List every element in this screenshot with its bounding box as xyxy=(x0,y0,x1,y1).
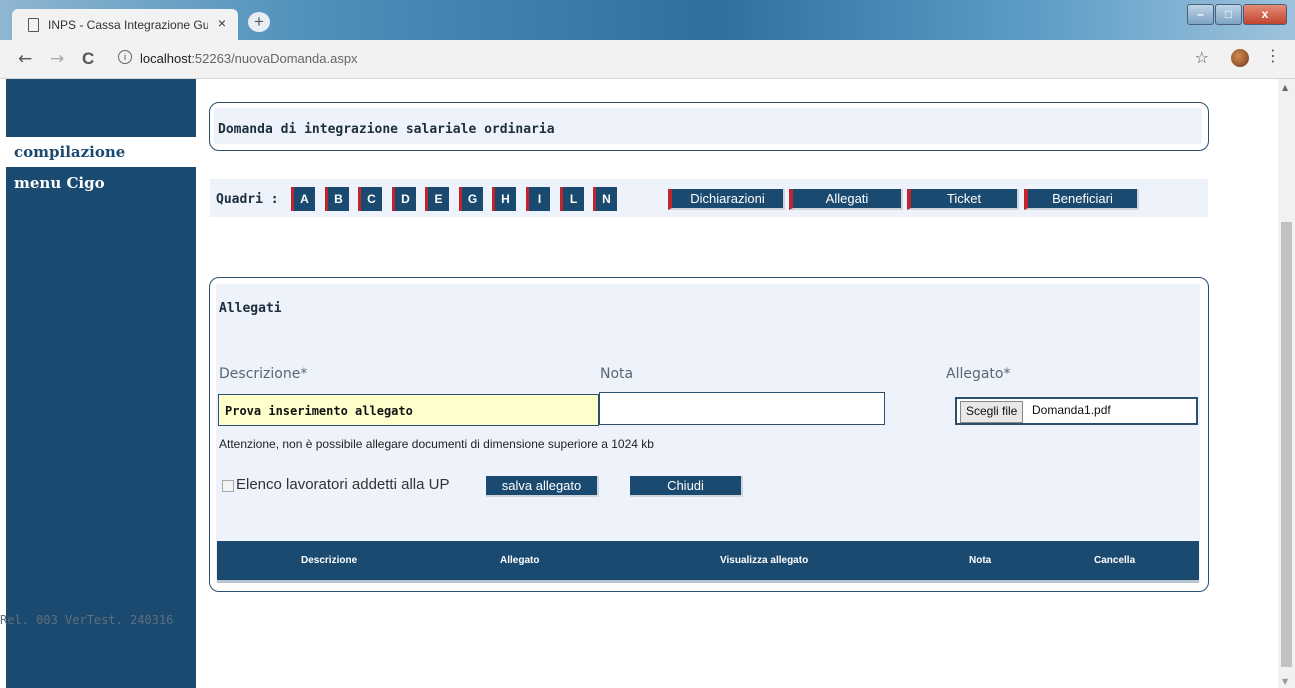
browser-titlebar: INPS - Cassa Integrazione Guadagni × + –… xyxy=(0,0,1295,40)
extension-icon[interactable] xyxy=(1231,49,1249,67)
info-icon[interactable]: i xyxy=(118,50,132,64)
scroll-up-icon[interactable]: ▲ xyxy=(1282,83,1288,92)
quadro-g-button[interactable]: G xyxy=(459,187,483,211)
address-bar: ← → C i localhost:52263/nuovaDomanda.asp… xyxy=(0,40,1295,79)
quadro-a-button[interactable]: A xyxy=(291,187,315,211)
quadro-i-button[interactable]: I xyxy=(526,187,550,211)
sidebar-item-label: compilazione xyxy=(14,143,126,161)
col-nota: Nota xyxy=(969,555,992,566)
sidebar-item-menu-cigo[interactable]: menu Cigo xyxy=(14,174,105,192)
beneficiari-button[interactable]: Beneficiari xyxy=(1024,189,1139,210)
salva-allegato-button[interactable]: salva allegato xyxy=(486,476,599,497)
quadro-h-button[interactable]: H xyxy=(492,187,516,211)
col-cancella: Cancella xyxy=(1094,555,1136,566)
bookmark-star-icon[interactable]: ☆ xyxy=(1195,48,1209,67)
quadro-e-button[interactable]: E xyxy=(425,187,449,211)
elenco-lavoratori-label: Elenco lavoratori addetti alla UP xyxy=(236,476,450,493)
minimize-button[interactable]: – xyxy=(1187,4,1214,25)
quadro-n-button[interactable]: N xyxy=(593,187,617,211)
release-version: Rel. 003 VerTest. 240316 xyxy=(0,613,174,627)
url-host: localhost xyxy=(140,51,192,66)
descrizione-label: Descrizione* xyxy=(219,366,308,382)
scrollbar-thumb[interactable] xyxy=(1281,222,1292,667)
sidebar xyxy=(6,79,196,688)
allegati-table-header: Descrizione Allegato Visualizza allegato… xyxy=(217,541,1199,583)
header-panel: Domanda di integrazione salariale ordina… xyxy=(209,102,1209,151)
forward-icon[interactable]: → xyxy=(50,49,64,69)
scroll-down-icon[interactable]: ▼ xyxy=(1282,677,1288,686)
url-field[interactable]: localhost:52263/nuovaDomanda.aspx xyxy=(140,51,358,66)
col-descrizione: Descrizione xyxy=(301,555,358,566)
size-warning: Attenzione, non è possibile allegare doc… xyxy=(219,437,654,451)
quadro-b-button[interactable]: B xyxy=(325,187,349,211)
sidebar-item-compilazione[interactable]: compilazione xyxy=(6,137,196,167)
window-controls: – □ x xyxy=(1186,4,1287,25)
allegati-title: Allegati xyxy=(219,301,282,316)
choose-file-button[interactable]: Scegli file xyxy=(960,401,1024,423)
browser-tab[interactable]: INPS - Cassa Integrazione Guadagni × xyxy=(12,9,238,40)
page-content: compilazione menu Cigo Rel. 003 VerTest.… xyxy=(0,79,1295,688)
page-icon xyxy=(28,18,39,32)
page-scrollbar[interactable]: ▲ ▼ xyxy=(1278,79,1295,688)
close-tab-icon[interactable]: × xyxy=(218,15,226,31)
quadri-bar: Quadri : A B C D E G H I L N Dichiarazio… xyxy=(210,179,1208,217)
url-path: :52263/nuovaDomanda.aspx xyxy=(191,51,358,66)
reload-icon[interactable]: C xyxy=(82,49,94,69)
page-title: Domanda di integrazione salariale ordina… xyxy=(218,122,555,137)
ticket-button[interactable]: Ticket xyxy=(907,189,1019,210)
nota-input[interactable] xyxy=(599,392,885,425)
allegati-button[interactable]: Allegati xyxy=(789,189,903,210)
allegati-panel-inner xyxy=(216,284,1200,582)
quadro-c-button[interactable]: C xyxy=(358,187,382,211)
quadro-l-button[interactable]: L xyxy=(560,187,584,211)
nota-label: Nota xyxy=(600,366,634,382)
browser-menu-icon[interactable]: ⋮ xyxy=(1265,46,1281,65)
back-icon[interactable]: ← xyxy=(18,49,32,69)
col-allegato: Allegato xyxy=(500,555,540,566)
window-close-button[interactable]: x xyxy=(1243,4,1287,25)
dichiarazioni-button[interactable]: Dichiarazioni xyxy=(668,189,785,210)
maximize-button[interactable]: □ xyxy=(1215,4,1242,25)
chiudi-button[interactable]: Chiudi xyxy=(630,476,743,497)
allegato-file-input[interactable]: Scegli file Domanda1.pdf xyxy=(955,397,1198,425)
quadri-label: Quadri : xyxy=(216,192,279,207)
allegato-label: Allegato* xyxy=(946,366,1011,382)
selected-file-name: Domanda1.pdf xyxy=(1032,403,1111,417)
tab-title: INPS - Cassa Integrazione Guadagni xyxy=(48,18,208,32)
new-tab-button[interactable]: + xyxy=(248,12,270,32)
quadro-d-button[interactable]: D xyxy=(392,187,416,211)
elenco-lavoratori-checkbox[interactable] xyxy=(222,480,234,492)
descrizione-input[interactable]: Prova inserimento allegato xyxy=(218,394,599,426)
col-visualizza-allegato: Visualizza allegato xyxy=(720,555,809,566)
